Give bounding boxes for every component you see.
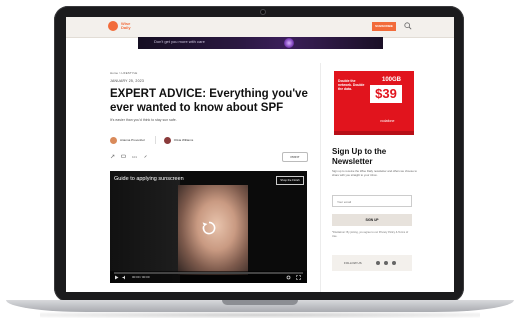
laptop-notch	[222, 300, 298, 305]
comment-icon[interactable]	[121, 154, 126, 159]
fullscreen-icon[interactable]	[296, 275, 301, 280]
share-icon[interactable]	[110, 154, 115, 159]
instagram-icon[interactable]	[392, 261, 396, 265]
share-count: 101	[132, 154, 138, 159]
sidebar-ad-footer	[334, 131, 414, 135]
sidebar-ad-price: $39	[370, 85, 402, 103]
logo-icon	[108, 21, 118, 31]
settings-icon[interactable]	[286, 275, 291, 280]
browser-screen: Wise Daily SUBSCRIBE Don't get you more …	[66, 17, 454, 292]
top-ad-image	[284, 38, 294, 48]
top-ad-banner[interactable]: Don't get you more with care	[138, 37, 383, 49]
newsletter-description: Sign up to receive the Wise Daily newsle…	[332, 169, 417, 177]
laptop-shadow	[40, 312, 480, 318]
email-field[interactable]: Your email	[332, 195, 412, 207]
link-icon[interactable]	[143, 154, 148, 159]
video-background	[110, 171, 180, 283]
sidebar-ad-data: 100GB	[382, 77, 402, 83]
newsletter-title: Sign Up to the Newsletter	[332, 147, 387, 166]
logo-text: Wise Daily	[121, 21, 131, 30]
video-external-button[interactable]: Shop the Finish	[276, 176, 304, 185]
top-ad-text: Don't get you more with care	[154, 39, 205, 44]
divider	[154, 136, 156, 144]
share-row: 101	[110, 154, 154, 159]
sidebar-ad-headline: Double the network. Double the data.	[338, 79, 365, 92]
signup-button[interactable]: SIGN UP	[332, 214, 412, 226]
camera-icon	[260, 9, 266, 15]
sidebar-ad[interactable]: Double the network. Double the data. 100…	[334, 71, 414, 135]
site-header: Wise Daily SUBSCRIBE	[66, 17, 454, 38]
article-title: EXPERT ADVICE: Everything you've ever wa…	[110, 88, 308, 114]
progress-bar[interactable]	[114, 272, 303, 274]
author-name[interactable]: Arianna Provenbol	[120, 138, 145, 142]
sidebar-ad-brand: vodafone	[380, 119, 395, 123]
author-name[interactable]: Olivia Williams	[174, 138, 194, 142]
video-time: 00:00 / 00:00	[132, 275, 150, 279]
subscribe-button[interactable]: SUBSCRIBE	[372, 22, 396, 31]
print-label: PRINT	[290, 155, 300, 159]
print-button[interactable]: PRINT	[282, 152, 308, 162]
video-title: Guide to applying sunscreen	[114, 176, 184, 182]
video-controls: 00:00 / 00:00	[110, 271, 307, 283]
replay-icon[interactable]	[201, 220, 217, 236]
volume-icon[interactable]	[122, 275, 127, 280]
article-date: JANUARY 25, 2023	[110, 79, 145, 83]
author-avatar[interactable]	[163, 136, 171, 144]
follow-label: FOLLOW US	[344, 261, 362, 265]
play-icon[interactable]	[114, 275, 119, 280]
facebook-icon[interactable]	[376, 261, 380, 265]
site-logo[interactable]: Wise Daily	[108, 21, 139, 31]
search-icon[interactable]	[404, 22, 412, 30]
article-summary: It's easier than you'd think to stay sun…	[110, 118, 177, 122]
breadcrumb[interactable]: Home > LIFESTYLE	[110, 71, 137, 75]
sidebar-divider	[320, 63, 321, 292]
author-avatar[interactable]	[110, 136, 117, 144]
video-player[interactable]: Guide to applying sunscreen Shop the Fin…	[110, 171, 307, 283]
author-list: Arianna Provenbol Olivia Williams	[110, 136, 203, 144]
follow-us-box: FOLLOW US	[332, 255, 412, 271]
newsletter-disclaimer: *Disclaimer: By joining, you agree to ou…	[332, 231, 409, 238]
twitter-icon[interactable]	[384, 261, 388, 265]
